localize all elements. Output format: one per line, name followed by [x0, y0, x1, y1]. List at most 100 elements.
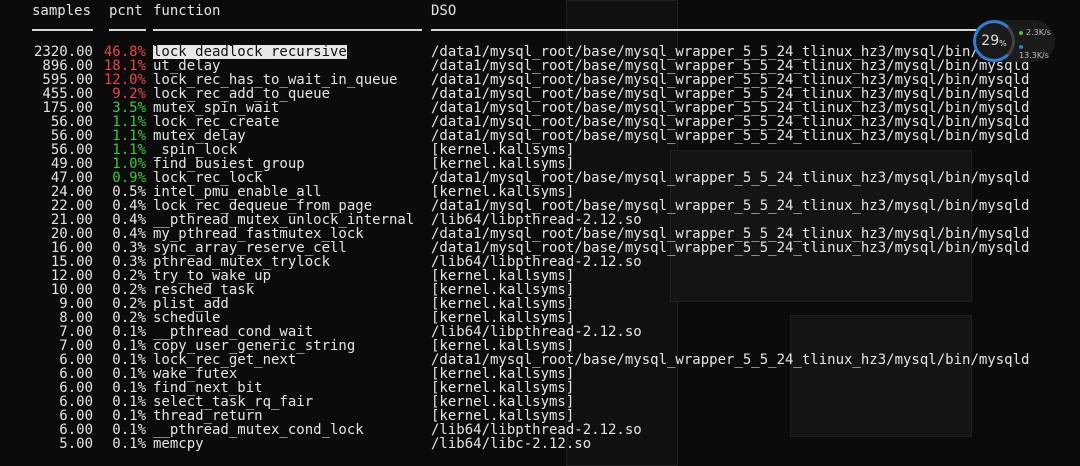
samples-cell: 47.00 [50, 170, 93, 186]
samples-cell: 49.00 [50, 156, 93, 172]
function-cell: memcpy [153, 436, 204, 452]
table-row[interactable]: 7.00 0.1% __pthread_cond_wait/lib64/libpth… [0, 325, 1080, 339]
percent-cell: 12.0% [103, 72, 146, 88]
header-function: function [153, 3, 221, 19]
dso-cell: [kernel.kallsyms] [431, 142, 575, 158]
table-row[interactable]: 15.00 0.3% pthread_mutex_trylock/lib64/lib… [0, 255, 1080, 269]
table-row[interactable]: 24.00 0.5% intel_pmu_enable_all [kernel.kal… [0, 185, 1080, 199]
table-row[interactable]: 595.00 12.0% lock_rec_has_to_wait_in_queue… [0, 73, 1080, 87]
table-row[interactable]: 12.00 0.2% try_to_wake_up [kernel.kallsyms] [0, 269, 1080, 283]
table-row[interactable]: 455.00 9.2% lock_rec_add_to_queue/data1/my… [0, 87, 1080, 101]
function-cell: copy_user_generic_string [153, 338, 356, 354]
dso-cell: /lib64/libpthread-2.12.so [431, 212, 642, 228]
table-row[interactable]: 175.00 3.5% mutex_spin_wait/data1/mysql_ro… [0, 101, 1080, 115]
table-row[interactable]: 20.00 0.4% my_pthread_fastmutex_lock/data1… [0, 227, 1080, 241]
function-cell: my_pthread_fastmutex_lock [153, 226, 364, 242]
dso-cell: [kernel.kallsyms] [431, 338, 575, 354]
samples-cell: 22.00 [50, 198, 93, 214]
dso-cell: /data1/mysql_root/base/mysql_wrapper_5_5… [431, 86, 1030, 102]
function-cell: __pthread_mutex_unlock_internal [153, 212, 415, 228]
function-cell: ut_delay [153, 58, 221, 74]
header-underline-samples [32, 29, 93, 31]
samples-cell: 12.00 [50, 268, 93, 284]
function-cell: find_next_bit [153, 380, 263, 396]
samples-cell: 175.00 [42, 100, 93, 116]
function-cell: lock_rec_lock [153, 170, 263, 186]
table-row[interactable]: 5.00 0.1% memcpy/lib64/libc-2.12.so [0, 437, 1080, 451]
percent-cell: 0.1% [112, 422, 146, 438]
table-row[interactable]: 6.00 0.1% __pthread_mutex_cond_lock/lib64/… [0, 423, 1080, 437]
table-row[interactable]: 7.00 0.1% copy_user_generic_string [kernel.… [0, 339, 1080, 353]
percent-cell: 1.1% [112, 128, 146, 144]
percent-cell: 0.2% [112, 268, 146, 284]
dso-cell: /data1/mysql_root/base/mysql_wrapper_5_5… [431, 128, 1030, 144]
percent-cell: 0.1% [112, 352, 146, 368]
function-cell: mutex_delay [153, 128, 246, 144]
samples-cell: 6.00 [59, 422, 93, 438]
table-row[interactable]: 6.00 0.1% lock_rec_get_next/data1/mysql_ro… [0, 353, 1080, 367]
dso-cell: /lib64/libpthread-2.12.so [431, 324, 642, 340]
samples-cell: 7.00 [59, 324, 93, 340]
function-cell: lock_rec_create [153, 114, 280, 130]
percent-cell: 0.2% [112, 296, 146, 312]
samples-cell: 455.00 [42, 86, 93, 102]
samples-cell: 896.00 [42, 58, 93, 74]
percent-cell: 0.1% [112, 408, 146, 424]
function-cell: _spin_lock [153, 142, 238, 158]
perf-top-terminal: samples pcnt function DSO 2320.00 46.8% lo… [0, 0, 1080, 464]
dso-cell: [kernel.kallsyms] [431, 394, 575, 410]
header-pcnt: pcnt [109, 3, 143, 19]
dso-cell: [kernel.kallsyms] [431, 366, 575, 382]
table-row[interactable]: 47.00 0.9% lock_rec_lock/data1/mysql_root/… [0, 171, 1080, 185]
function-cell: lock_rec_has_to_wait_in_queue [153, 72, 398, 88]
table-row[interactable]: 56.00 1.1% lock_rec_create/data1/mysql_roo… [0, 115, 1080, 129]
table-row[interactable]: 22.00 0.4% lock_rec_dequeue_from_page/data… [0, 199, 1080, 213]
dso-cell: /data1/mysql_root/base/mysql_wrapper_5_5… [431, 198, 1030, 214]
network-monitor-widget[interactable]: 29% 2.3K/s 13.3K/s [973, 20, 1055, 62]
function-cell: lock_rec_get_next [153, 352, 297, 368]
percent-cell: 0.1% [112, 324, 146, 340]
function-cell: lock_rec_add_to_queue [153, 86, 331, 102]
table-row[interactable]: 6.00 0.1% select_task_rq_fair [kernel.kalls… [0, 395, 1080, 409]
function-cell: intel_pmu_enable_all [153, 184, 322, 200]
dso-cell: [kernel.kallsyms] [431, 156, 575, 172]
function-cell: find_busiest_group [153, 156, 305, 172]
dso-cell: /data1/mysql_root/base/mysql_wrapper_5_5… [431, 100, 1030, 116]
table-row[interactable]: 6.00 0.1% find_next_bit [kernel.kallsyms] [0, 381, 1080, 395]
table-row[interactable]: 49.00 1.0% find_busiest_group [kernel.kalls… [0, 157, 1080, 171]
table-row[interactable]: 21.00 0.4% __pthread_mutex_unlock_internal… [0, 213, 1080, 227]
function-cell: thread_return [153, 408, 263, 424]
percent-cell: 46.8% [103, 44, 146, 60]
dso-cell: [kernel.kallsyms] [431, 282, 575, 298]
function-cell: lock_rec_dequeue_from_page [153, 198, 373, 214]
percent-cell: 0.1% [112, 380, 146, 396]
upload-arrow-icon [1019, 31, 1023, 35]
dso-cell: /data1/mysql_root/base/mysql_wrapper_5_5… [431, 58, 1030, 74]
dso-cell: [kernel.kallsyms] [431, 310, 575, 326]
percent-cell: 18.1% [103, 58, 146, 74]
samples-cell: 56.00 [50, 128, 93, 144]
table-row[interactable]: 896.00 18.1% ut_delay/data1/mysql_root/bas… [0, 59, 1080, 73]
percent-cell: 0.4% [112, 226, 146, 242]
function-cell: resched_task [153, 282, 255, 298]
samples-cell: 56.00 [50, 114, 93, 130]
table-row[interactable]: 56.00 1.1% mutex_delay/data1/mysql_root/ba… [0, 129, 1080, 143]
samples-cell: 595.00 [42, 72, 93, 88]
samples-cell: 6.00 [59, 380, 93, 396]
dso-cell: [kernel.kallsyms] [431, 408, 575, 424]
samples-cell: 21.00 [50, 212, 93, 228]
table-row[interactable]: 8.00 0.2% schedule [kernel.kallsyms] [0, 311, 1080, 325]
dso-cell: /data1/mysql_root/base/mysql_wrapper_5_5… [431, 170, 1030, 186]
table-row[interactable]: 2320.00 46.8% lock_deadlock_recursive/data… [0, 45, 1080, 59]
table-row[interactable]: 6.00 0.1% thread_return [kernel.kallsyms] [0, 409, 1080, 423]
samples-cell: 56.00 [50, 142, 93, 158]
table-row[interactable]: 9.00 0.2% plist_add [kernel.kallsyms] [0, 297, 1080, 311]
function-cell: try_to_wake_up [153, 268, 272, 284]
header-underline-pcnt [109, 29, 146, 31]
table-row[interactable]: 6.00 0.1% wake_futex [kernel.kallsyms] [0, 367, 1080, 381]
table-row[interactable]: 56.00 1.1% _spin_lock [kernel.kallsyms] [0, 143, 1080, 157]
percent-cell: 3.5% [112, 100, 146, 116]
table-row[interactable]: 16.00 0.3% sync_array_reserve_cell/data1/m… [0, 241, 1080, 255]
dso-cell: /data1/mysql_root/base/mysql_wrapper_5_5… [431, 72, 1030, 88]
table-row[interactable]: 10.00 0.2% resched_task [kernel.kallsyms] [0, 283, 1080, 297]
